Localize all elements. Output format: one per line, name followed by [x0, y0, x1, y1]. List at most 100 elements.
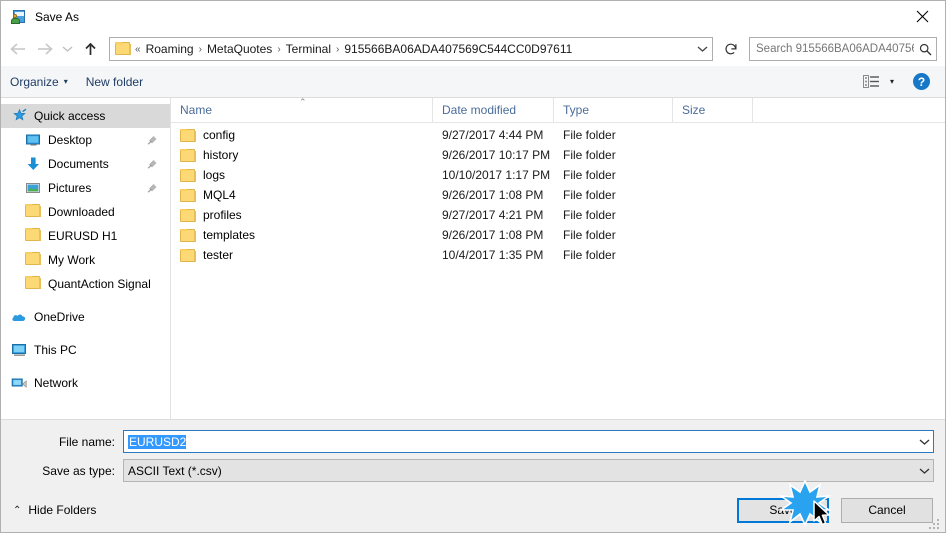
new-folder-button[interactable]: New folder — [77, 70, 152, 94]
file-name-cell: history — [171, 148, 433, 162]
file-name-label: history — [203, 148, 239, 162]
column-header-date-modified[interactable]: Date modified — [433, 98, 554, 122]
organize-button[interactable]: Organize ▾ — [1, 70, 77, 94]
sidebar-item-quick-access[interactable]: Quick access — [1, 104, 170, 128]
breadcrumb-item-metaquotes[interactable]: MetaQuotes — [203, 42, 276, 56]
folder-icon — [180, 228, 196, 242]
file-name-label: File name: — [58, 434, 115, 449]
network-icon — [11, 375, 28, 391]
recent-locations-button[interactable] — [57, 36, 77, 62]
chevron-down-icon[interactable] — [692, 38, 712, 60]
sidebar-item-downloaded[interactable]: Downloaded — [1, 200, 170, 224]
hide-folders-button[interactable]: ⌃ Hide Folders — [13, 503, 96, 517]
file-name-cell: profiles — [171, 208, 433, 222]
folder-icon — [180, 208, 196, 222]
star-pin-icon — [11, 108, 28, 124]
file-type-cell: File folder — [563, 148, 616, 162]
column-header-size-label: Size — [682, 103, 706, 117]
file-name-cell: logs — [171, 168, 433, 182]
new-folder-label: New folder — [85, 74, 144, 89]
breadcrumb-item-terminal[interactable]: Terminal — [282, 42, 335, 56]
up-button[interactable] — [77, 36, 103, 62]
view-layout-icon[interactable] — [859, 72, 883, 92]
table-row[interactable]: MQL4 9/26/2017 1:08 PM File folder — [171, 185, 945, 205]
column-header-name[interactable]: Name ⌃ — [171, 97, 433, 122]
file-name-selected-text: EURUSD2 — [128, 434, 187, 449]
sidebar-item-this-pc[interactable]: This PC — [1, 338, 170, 362]
save-as-type-row: Save as type: ASCII Text (*.csv) — [1, 459, 945, 482]
folder-icon — [25, 228, 42, 244]
column-header-type[interactable]: Type — [554, 98, 673, 122]
table-row[interactable]: history 9/26/2017 10:17 PM File folder — [171, 145, 945, 165]
breadcrumb-item-roaming[interactable]: Roaming — [142, 42, 198, 56]
sidebar-item-pictures[interactable]: Pictures — [1, 176, 170, 200]
chevron-down-icon[interactable] — [915, 431, 933, 452]
folder-icon — [25, 276, 42, 292]
sidebar-item-label: My Work — [48, 253, 96, 267]
file-list: Name ⌃ Date modified Type Size config 9/… — [171, 97, 945, 419]
search-icon — [914, 38, 936, 60]
sidebar-item-my-work[interactable]: My Work — [1, 248, 170, 272]
file-name-input[interactable]: EURUSD2 — [123, 430, 934, 453]
file-name-cell: tester — [171, 248, 433, 262]
folder-icon — [180, 248, 196, 262]
sidebar-item-documents[interactable]: Documents — [1, 152, 170, 176]
table-row[interactable]: tester 10/4/2017 1:35 PM File folder — [171, 245, 945, 265]
column-header-size[interactable]: Size — [673, 98, 753, 122]
address-bar[interactable]: « Roaming › MetaQuotes › Terminal › 9155… — [109, 37, 713, 61]
command-bar: Organize ▾ New folder ▾ ? — [1, 66, 945, 98]
folder-icon — [180, 188, 196, 202]
file-date-cell: 9/26/2017 10:17 PM — [442, 148, 551, 162]
cancel-button-label: Cancel — [868, 503, 906, 517]
file-name-value: EURUSD2 — [124, 434, 915, 449]
table-row[interactable]: templates 9/26/2017 1:08 PM File folder — [171, 225, 945, 245]
breadcrumb-item-instance-id[interactable]: 915566BA06ADA407569C544CC0D97611 — [340, 42, 576, 56]
save-button[interactable]: Save — [737, 497, 829, 523]
help-button[interactable]: ? — [913, 73, 930, 90]
close-icon[interactable] — [899, 1, 945, 32]
sidebar-item-network[interactable]: Network — [1, 371, 170, 395]
sidebar-item-onedrive[interactable]: OneDrive — [1, 305, 170, 329]
navigation-bar: « Roaming › MetaQuotes › Terminal › 9155… — [1, 32, 945, 66]
search-input[interactable]: Search 915566BA06ADA40756... — [749, 37, 937, 61]
file-name-cell: templates — [171, 228, 433, 242]
pin-icon[interactable] — [147, 182, 158, 193]
forward-button[interactable] — [31, 36, 57, 62]
pin-icon[interactable] — [147, 158, 158, 169]
sidebar-item-label: Network — [34, 376, 79, 390]
view-layout-caret-icon[interactable]: ▾ — [883, 72, 901, 92]
breadcrumb-overflow[interactable]: « — [134, 44, 142, 55]
cancel-button[interactable]: Cancel — [841, 497, 933, 523]
window-title: Save As — [35, 9, 80, 24]
file-name-cell: config — [171, 128, 433, 142]
pin-icon[interactable] — [147, 134, 158, 145]
file-name-label: config — [203, 128, 236, 142]
file-type-cell: File folder — [563, 208, 616, 222]
column-header-date-label: Date modified — [442, 103, 517, 117]
file-name-row: File name: EURUSD2 — [1, 430, 945, 453]
back-button[interactable] — [5, 36, 31, 62]
resize-grip[interactable] — [929, 517, 941, 529]
sidebar-item-label: This PC — [34, 343, 77, 357]
file-date-cell: 9/27/2017 4:21 PM — [442, 208, 544, 222]
file-type-cell: File folder — [563, 188, 616, 202]
sidebar-item-quantaction-signal[interactable]: QuantAction Signal — [1, 272, 170, 296]
download-arrow-icon — [25, 156, 42, 172]
sidebar-item-desktop[interactable]: Desktop — [1, 128, 170, 152]
folder-icon — [180, 148, 196, 162]
folder-icon — [25, 252, 42, 268]
file-type-cell: File folder — [563, 128, 616, 142]
file-type-cell: File folder — [563, 248, 616, 262]
sidebar-item-label: EURUSD H1 — [48, 229, 118, 243]
title-bar: Save As — [1, 1, 945, 32]
cloud-icon — [11, 309, 28, 325]
table-row[interactable]: logs 10/10/2017 1:17 PM File folder — [171, 165, 945, 185]
chevron-down-icon[interactable] — [915, 460, 933, 481]
folder-icon — [25, 204, 42, 220]
sidebar-item-eurusd-h1[interactable]: EURUSD H1 — [1, 224, 170, 248]
table-row[interactable]: config 9/27/2017 4:44 PM File folder — [171, 125, 945, 145]
table-row[interactable]: profiles 9/27/2017 4:21 PM File folder — [171, 205, 945, 225]
folder-icon — [180, 168, 196, 182]
refresh-icon[interactable] — [719, 37, 743, 61]
save-as-type-select[interactable]: ASCII Text (*.csv) — [123, 459, 934, 482]
